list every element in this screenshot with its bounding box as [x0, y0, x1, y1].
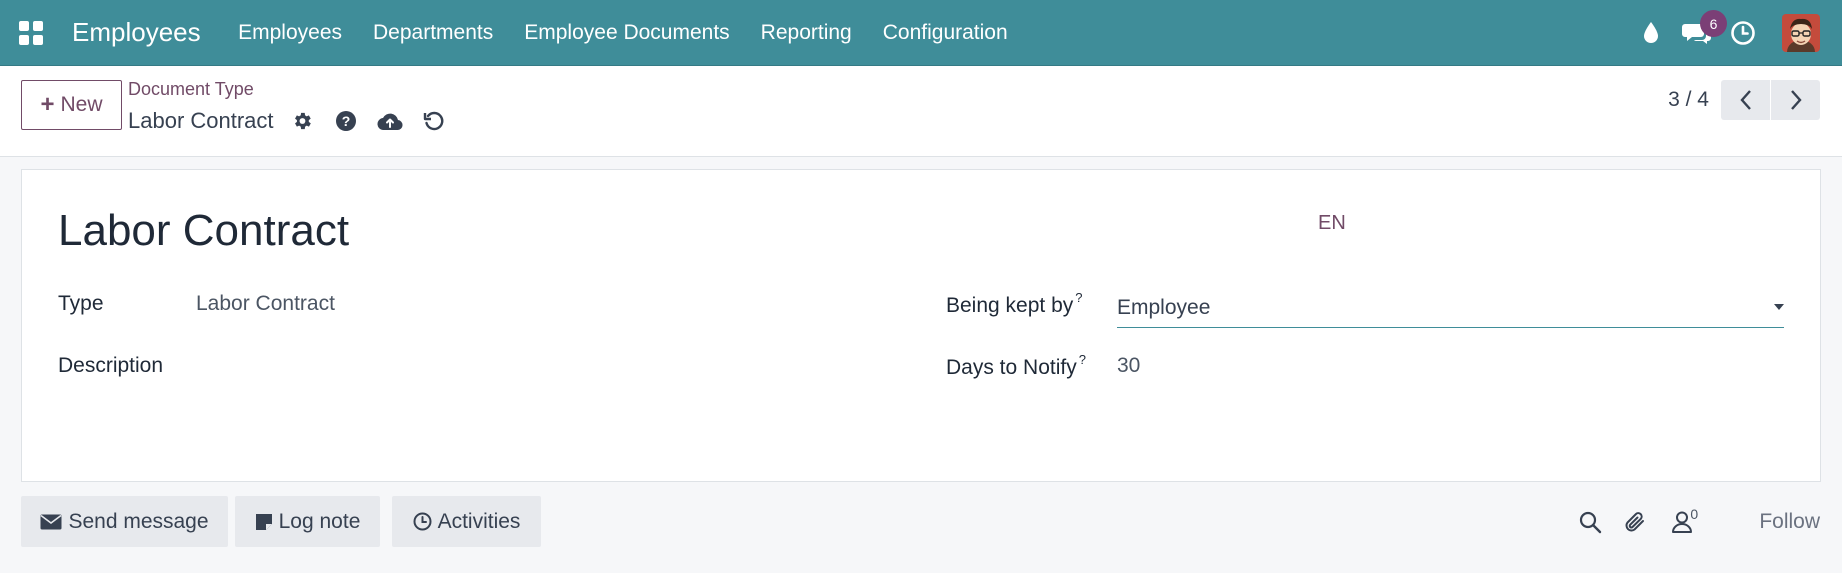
search-icon[interactable] [1567, 496, 1613, 547]
kept-by-label: Being kept by? [946, 290, 1083, 318]
apps-menu-icon[interactable] [0, 0, 62, 66]
systray: 6 [1628, 0, 1820, 66]
record-name: Labor Contract [128, 108, 274, 133]
gear-icon[interactable] [280, 104, 324, 138]
log-note-button[interactable]: Log note [235, 496, 380, 547]
menu-reporting[interactable]: Reporting [745, 21, 867, 45]
new-button-label: New [60, 93, 103, 116]
followers-button[interactable]: 0 [1659, 496, 1705, 547]
chevron-left-icon [1739, 90, 1751, 110]
svg-text:?: ? [341, 113, 350, 129]
type-label: Type [58, 292, 104, 315]
chat-bubbles-icon[interactable]: 6 [1674, 0, 1727, 66]
description-field[interactable] [196, 354, 896, 382]
help-tooltip-marker[interactable]: ? [1079, 352, 1086, 367]
clock-icon [413, 512, 432, 531]
document-type-name-field[interactable]: Labor Contract [58, 206, 349, 256]
app-brand[interactable]: Employees [72, 17, 201, 48]
activities-button[interactable]: Activities [392, 496, 541, 547]
chatter-topbar: Send message Log note Activities 0 Follo… [0, 482, 1842, 573]
breadcrumb-current: Labor Contract ? [128, 104, 456, 138]
caret-down-icon [1774, 304, 1784, 310]
follow-button[interactable]: Follow [1759, 510, 1820, 534]
days-to-notify-label: Days to Notify? [946, 352, 1086, 380]
undo-icon[interactable] [412, 104, 456, 138]
chevron-right-icon [1790, 90, 1802, 110]
followers-count: 0 [1690, 506, 1699, 522]
pager-previous-button[interactable] [1721, 80, 1770, 120]
clock-icon[interactable] [1720, 0, 1766, 66]
envelope-icon [40, 514, 62, 529]
cloud-upload-icon[interactable] [368, 104, 412, 138]
pager-next-button[interactable] [1771, 80, 1820, 120]
log-note-label: Log note [278, 509, 361, 533]
chatter-tools: 0 Follow [1567, 496, 1820, 547]
days-to-notify-label-text: Days to Notify [946, 356, 1077, 379]
description-label: Description [58, 354, 164, 377]
language-button[interactable]: EN [1318, 212, 1346, 235]
pager-value[interactable]: 3 / 4 [1668, 88, 1709, 112]
paperclip-icon[interactable] [1613, 496, 1659, 547]
sticky-note-icon [255, 513, 272, 530]
breadcrumb-document-type[interactable]: Document Type [128, 79, 254, 100]
days-to-notify-field[interactable]: 30 [1117, 354, 1140, 378]
help-tooltip-marker[interactable]: ? [1075, 290, 1082, 305]
kept-by-label-text: Being kept by [946, 294, 1074, 317]
help-icon[interactable]: ? [324, 104, 368, 138]
form-sheet: Labor Contract EN Type Labor Contract De… [21, 169, 1821, 482]
kept-by-select[interactable]: Employee [1117, 288, 1784, 328]
user-avatar[interactable] [1782, 14, 1820, 52]
activities-label: Activities [437, 509, 521, 533]
menu-employees[interactable]: Employees [223, 21, 358, 45]
type-field[interactable]: Labor Contract [196, 292, 335, 316]
pager: 3 / 4 [1668, 80, 1820, 120]
new-button[interactable]: + New [21, 80, 122, 130]
menu-departments[interactable]: Departments [358, 21, 509, 45]
record-actions: ? [280, 104, 456, 138]
drop-icon[interactable] [1628, 0, 1674, 66]
kept-by-value: Employee [1117, 295, 1211, 319]
plus-icon: + [40, 91, 55, 118]
top-navbar: Employees Employees Departments Employee… [0, 0, 1842, 66]
send-message-button[interactable]: Send message [21, 496, 228, 547]
send-message-label: Send message [68, 509, 209, 533]
control-panel: + New Document Type Labor Contract ? 3 /… [0, 66, 1842, 157]
menu-employee-documents[interactable]: Employee Documents [509, 21, 745, 45]
menu-configuration[interactable]: Configuration [867, 21, 1023, 45]
